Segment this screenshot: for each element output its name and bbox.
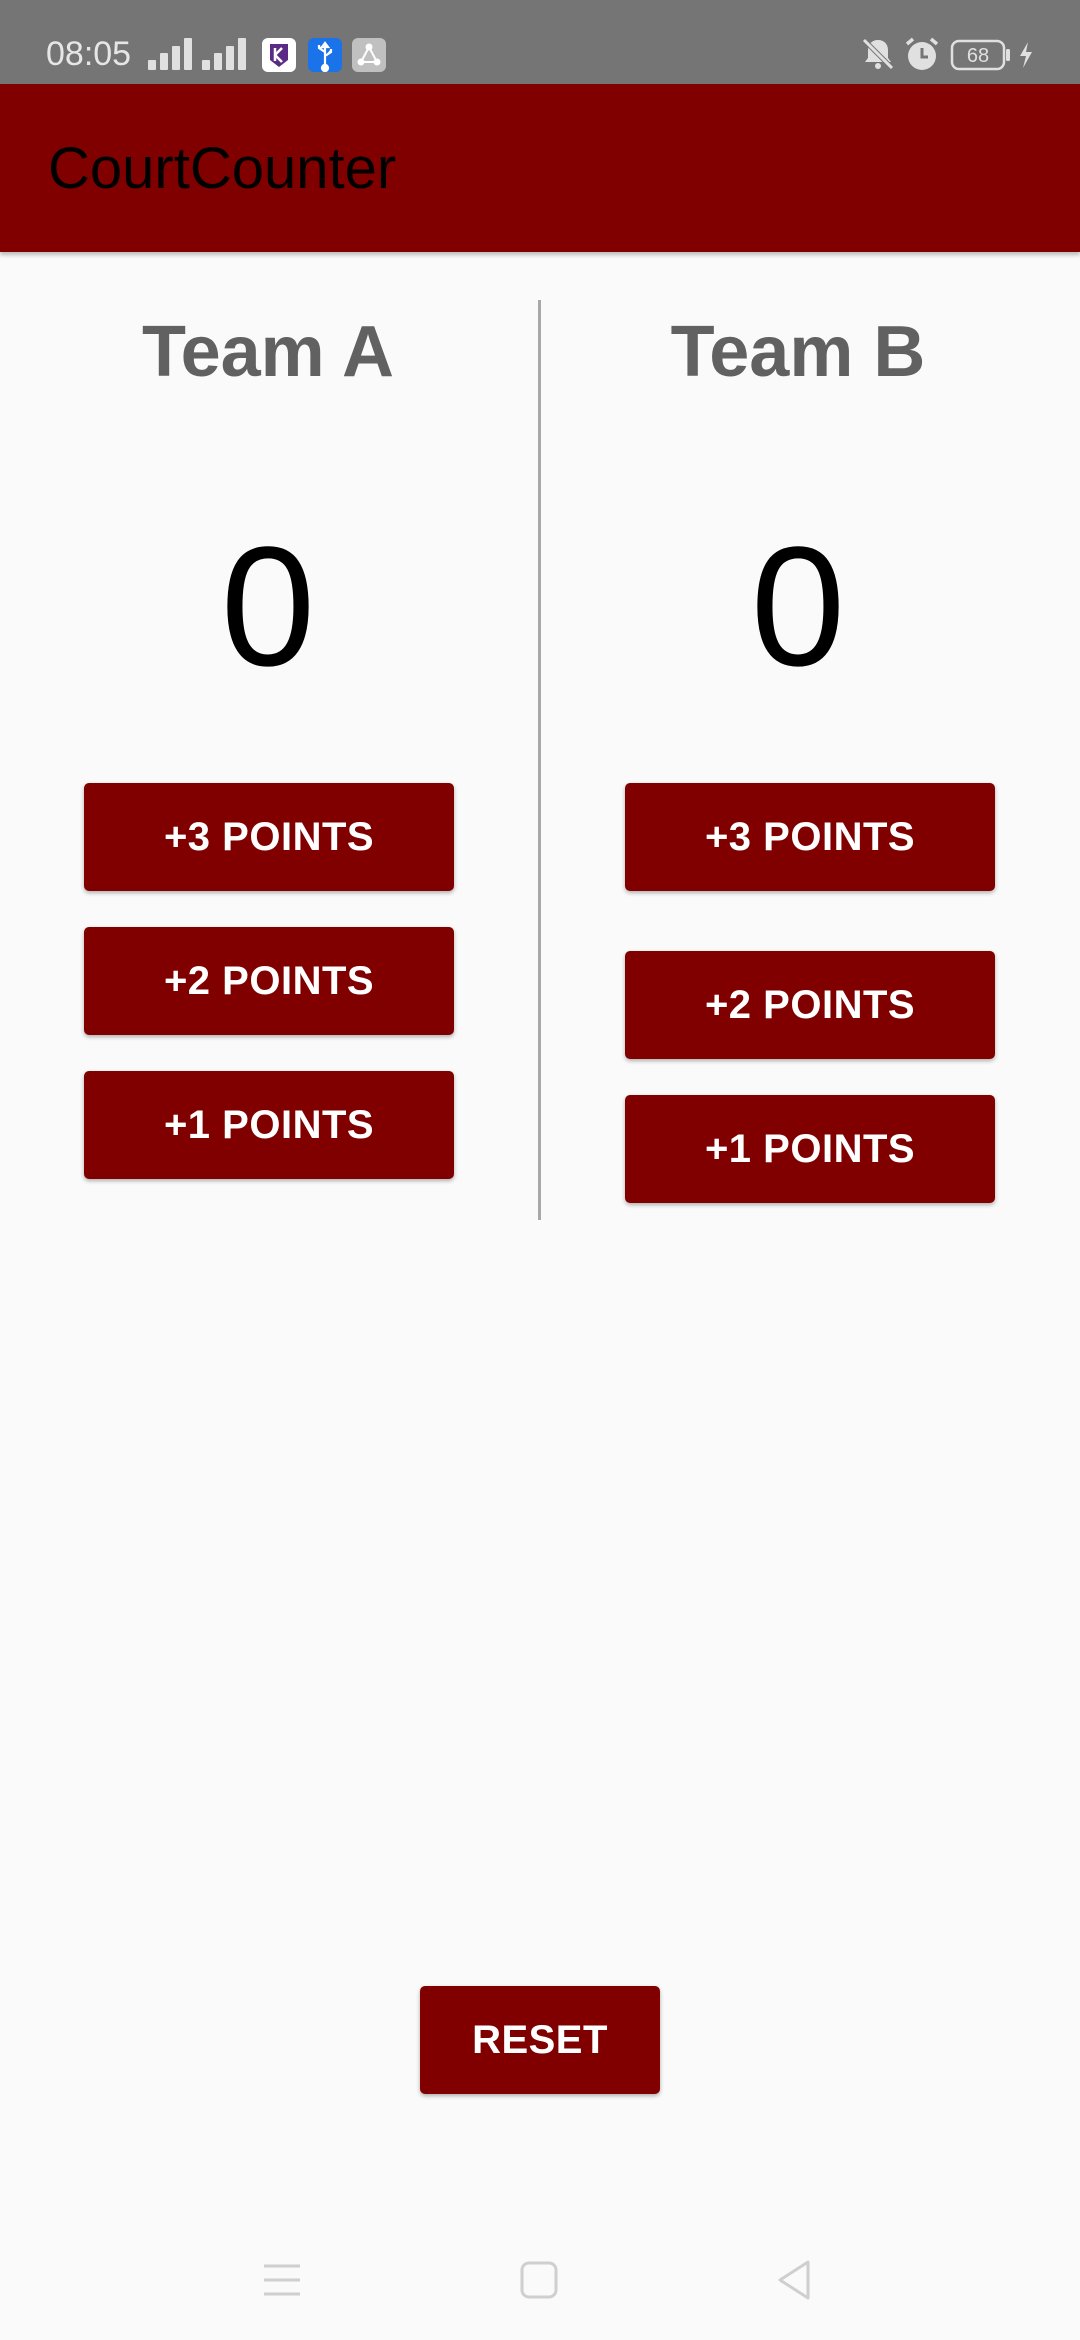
team-b-add-1-button[interactable]: +1 POINTS: [625, 1095, 995, 1203]
status-bar: 08:05 68: [0, 0, 1080, 84]
battery-level: 68: [967, 45, 989, 67]
team-a-score: 0: [220, 512, 316, 702]
team-a-add-3-button[interactable]: +3 POINTS: [84, 783, 454, 891]
signal-icon: [202, 38, 252, 70]
team-a-add-2-button[interactable]: +2 POINTS: [84, 927, 454, 1035]
home-icon[interactable]: [519, 2250, 559, 2315]
battery-icon: 68: [950, 34, 1012, 74]
navigation-bar: [0, 2220, 1080, 2340]
signal-icon: [148, 38, 198, 70]
bell-off-icon: [858, 34, 898, 74]
team-b-column: Team B 0 +3 POINTS +2 POINTS +1 POINTS: [540, 300, 1080, 1220]
team-a-add-1-button[interactable]: +1 POINTS: [84, 1071, 454, 1179]
screen: 08:05 68 CourtCounter Team A 0 +3 POINTS…: [0, 0, 1080, 2340]
k-app-icon: [262, 38, 296, 72]
menu-icon[interactable]: [262, 2250, 302, 2315]
team-a-name: Team A: [141, 312, 395, 392]
charging-icon: [1016, 34, 1036, 74]
status-time: 08:05: [46, 35, 132, 73]
team-b-score: 0: [750, 512, 846, 702]
share-app-icon: [352, 38, 386, 72]
reset-button[interactable]: RESET: [420, 1986, 660, 2094]
back-icon[interactable]: [774, 2250, 814, 2315]
team-b-add-3-button[interactable]: +3 POINTS: [625, 783, 995, 891]
team-b-name: Team B: [670, 312, 926, 392]
usb-icon: [308, 38, 342, 73]
alarm-icon: [902, 34, 942, 74]
team-a-column: Team A 0 +3 POINTS +2 POINTS +1 POINTS: [0, 300, 540, 1220]
app-title: CourtCounter: [48, 136, 397, 201]
app-bar: CourtCounter: [0, 84, 1080, 252]
team-b-add-2-button[interactable]: +2 POINTS: [625, 951, 995, 1059]
